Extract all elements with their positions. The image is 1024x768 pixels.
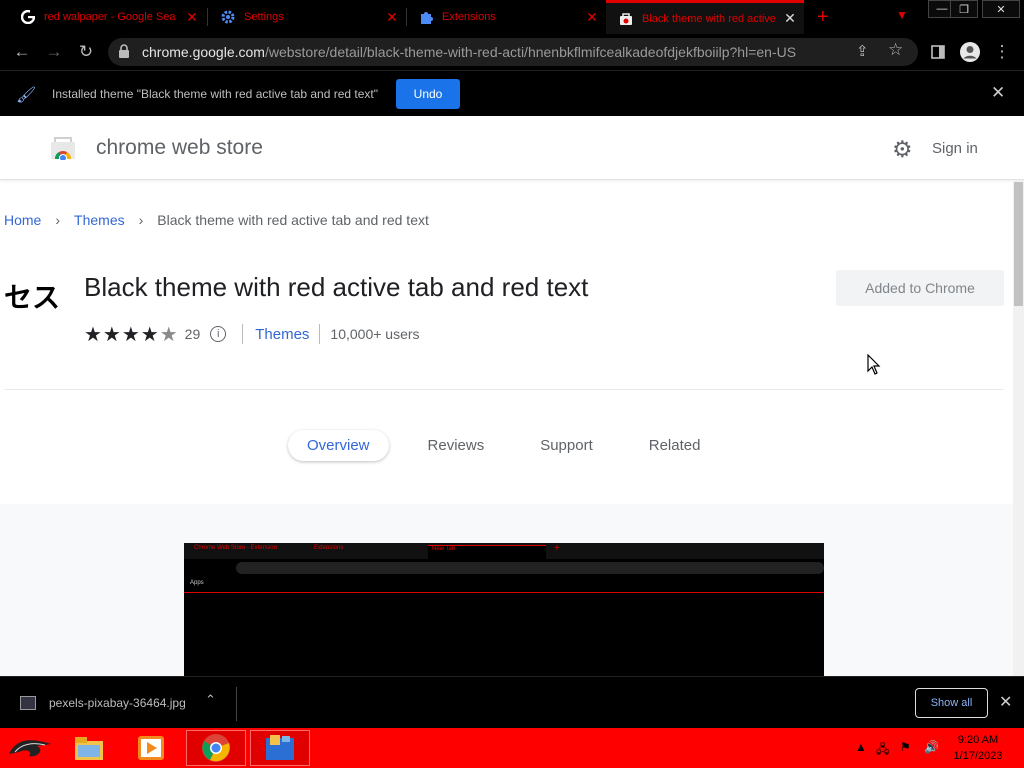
windows-taskbar: ▲ 🖧 ⚑ 🔊 9:20 AM 1/17/2023	[0, 728, 1024, 768]
side-panel-icon[interactable]	[926, 40, 950, 64]
webstore-icon	[618, 11, 634, 27]
close-icon[interactable]: ✕	[780, 10, 800, 27]
forward-arrow-icon[interactable]: →	[42, 40, 66, 64]
breadcrumb-home[interactable]: Home	[4, 212, 41, 228]
preview-tab: Chrome Web Store - Extension	[194, 545, 277, 551]
breadcrumb: Home › Themes › Black theme with red act…	[4, 212, 429, 228]
preview-tab: Extensions	[314, 545, 344, 551]
tab-strip: red walpaper - Google Sea ✕ Settings ✕ E…	[0, 0, 1024, 34]
rating-count[interactable]: 29	[185, 326, 201, 342]
file-explorer-icon[interactable]	[59, 730, 119, 766]
scrollbar-thumb[interactable]	[1014, 182, 1023, 306]
tab-support[interactable]: Support	[521, 430, 612, 461]
mouse-cursor-icon	[867, 354, 881, 375]
detail-tabs: Overview Reviews Support Related	[288, 430, 737, 461]
new-tab-button[interactable]: +	[817, 6, 829, 29]
gear-icon	[220, 9, 236, 25]
section-divider	[4, 389, 1004, 390]
preview-accent-line	[184, 592, 824, 593]
close-icon[interactable]: ✕	[991, 83, 1005, 103]
preview-tab-active: New Tab	[428, 545, 546, 559]
breadcrumb-themes[interactable]: Themes	[74, 212, 125, 228]
tab-overview[interactable]: Overview	[288, 430, 389, 461]
divider	[319, 324, 321, 344]
tab-related[interactable]: Related	[630, 430, 720, 461]
tab-reviews[interactable]: Reviews	[409, 430, 504, 461]
preview-bookmark: Apps	[190, 580, 204, 586]
clock-time: 9:20 AM	[957, 734, 999, 746]
infobar-message: Installed theme "Black theme with red ac…	[52, 87, 379, 101]
clock-date: 1/17/2023	[953, 750, 1003, 762]
theme-preview-screenshot[interactable]: Chrome Web Store - Extension Extensions …	[184, 543, 824, 676]
show-hidden-icons-icon[interactable]: ▲	[855, 740, 867, 754]
chevron-right-icon: ›	[138, 212, 144, 228]
tab-title: red walpaper - Google Sea	[44, 11, 176, 23]
back-arrow-icon[interactable]: ←	[10, 40, 34, 64]
lock-icon	[118, 44, 130, 63]
added-to-chrome-button[interactable]: Added to Chrome	[836, 270, 1004, 306]
chevron-right-icon: ›	[55, 212, 61, 228]
system-clock[interactable]: 9:20 AM 1/17/2023	[942, 732, 1014, 764]
tab-title: Settings	[244, 11, 284, 23]
sign-in-link[interactable]: Sign in	[932, 140, 978, 157]
tab-settings[interactable]: Settings ✕	[200, 0, 406, 34]
action-center-flag-icon[interactable]: ⚑	[900, 740, 911, 754]
info-icon[interactable]: i	[210, 326, 227, 342]
tab-title: Black theme with red active	[642, 12, 776, 25]
star-bookmark-icon[interactable]: ☆	[888, 40, 903, 60]
theme-installed-infobar: 🖌 Installed theme "Black theme with red …	[0, 70, 1024, 116]
undo-button[interactable]: Undo	[396, 79, 460, 109]
tab-extensions[interactable]: Extensions ✕	[398, 0, 606, 34]
webstore-logo-icon[interactable]	[50, 136, 76, 160]
chevron-up-icon[interactable]: ⌃	[205, 692, 216, 708]
page-scrollbar[interactable]	[1013, 180, 1024, 676]
rating-row: ★★★★★ 29 i Themes 10,000+ users	[84, 322, 420, 346]
network-icon[interactable]: 🖧	[876, 740, 889, 761]
preview-plus-icon: +	[554, 543, 560, 554]
webstore-header: chrome web store ⚙ Sign in	[0, 116, 1024, 180]
close-icon[interactable]: ✕	[999, 692, 1012, 712]
tab-search-chevron-icon[interactable]: ▼	[896, 8, 908, 22]
puzzle-icon	[418, 9, 434, 25]
webstore-page: chrome web store ⚙ Sign in Home › Themes…	[0, 116, 1024, 676]
screenshot-gallery: Chrome Web Store - Extension Extensions …	[0, 504, 1013, 676]
chrome-taskbar-icon[interactable]	[186, 730, 246, 766]
desktop: red walpaper - Google Sea ✕ Settings ✕ E…	[0, 0, 1024, 768]
divider	[236, 687, 237, 721]
user-count: 10,000+ users	[330, 326, 420, 342]
close-icon[interactable]: ✕	[582, 9, 602, 26]
tab-google-search[interactable]: red walpaper - Google Sea ✕	[0, 0, 206, 34]
restore-button[interactable]: ❐	[950, 0, 978, 18]
window-close-button[interactable]: ✕	[982, 0, 1020, 18]
breadcrumb-current: Black theme with red active tab and red …	[157, 212, 429, 228]
download-filename[interactable]: pexels-pixabay-36464.jpg	[49, 696, 186, 710]
divider	[242, 324, 244, 344]
kebab-menu-icon[interactable]: ⋮	[990, 40, 1014, 64]
preview-omnibox	[236, 562, 824, 574]
paintbrush-icon: 🖌	[16, 87, 37, 104]
google-icon	[20, 9, 36, 25]
tab-title: Extensions	[442, 11, 496, 23]
volume-icon[interactable]: 🔊	[924, 740, 939, 754]
image-file-icon	[20, 696, 36, 710]
url-text: chrome.google.com/webstore/detail/black-…	[142, 44, 797, 60]
star-rating-icon[interactable]: ★★★★★	[84, 322, 179, 347]
share-icon[interactable]: ⇪	[856, 42, 869, 60]
start-button-rog-icon[interactable]	[0, 730, 60, 766]
download-shelf: pexels-pixabay-36464.jpg ⌃ Show all ✕	[0, 676, 1024, 728]
extension-title: Black theme with red active tab and red …	[84, 272, 589, 302]
profile-avatar-icon[interactable]	[958, 40, 982, 64]
reload-icon[interactable]: ↻	[74, 40, 98, 64]
media-player-icon[interactable]	[121, 730, 181, 766]
address-bar[interactable]: chrome.google.com/webstore/detail/black-…	[108, 38, 918, 66]
webstore-brand[interactable]: chrome web store	[96, 136, 263, 160]
windows-explorer-icon[interactable]	[250, 730, 310, 766]
close-icon[interactable]: ✕	[182, 9, 202, 26]
category-link[interactable]: Themes	[255, 326, 309, 343]
show-all-button[interactable]: Show all	[915, 688, 988, 718]
tab-webstore-active[interactable]: Black theme with red active ✕	[606, 0, 804, 34]
gear-icon[interactable]: ⚙	[892, 136, 913, 163]
extension-logo: セス	[4, 282, 61, 313]
